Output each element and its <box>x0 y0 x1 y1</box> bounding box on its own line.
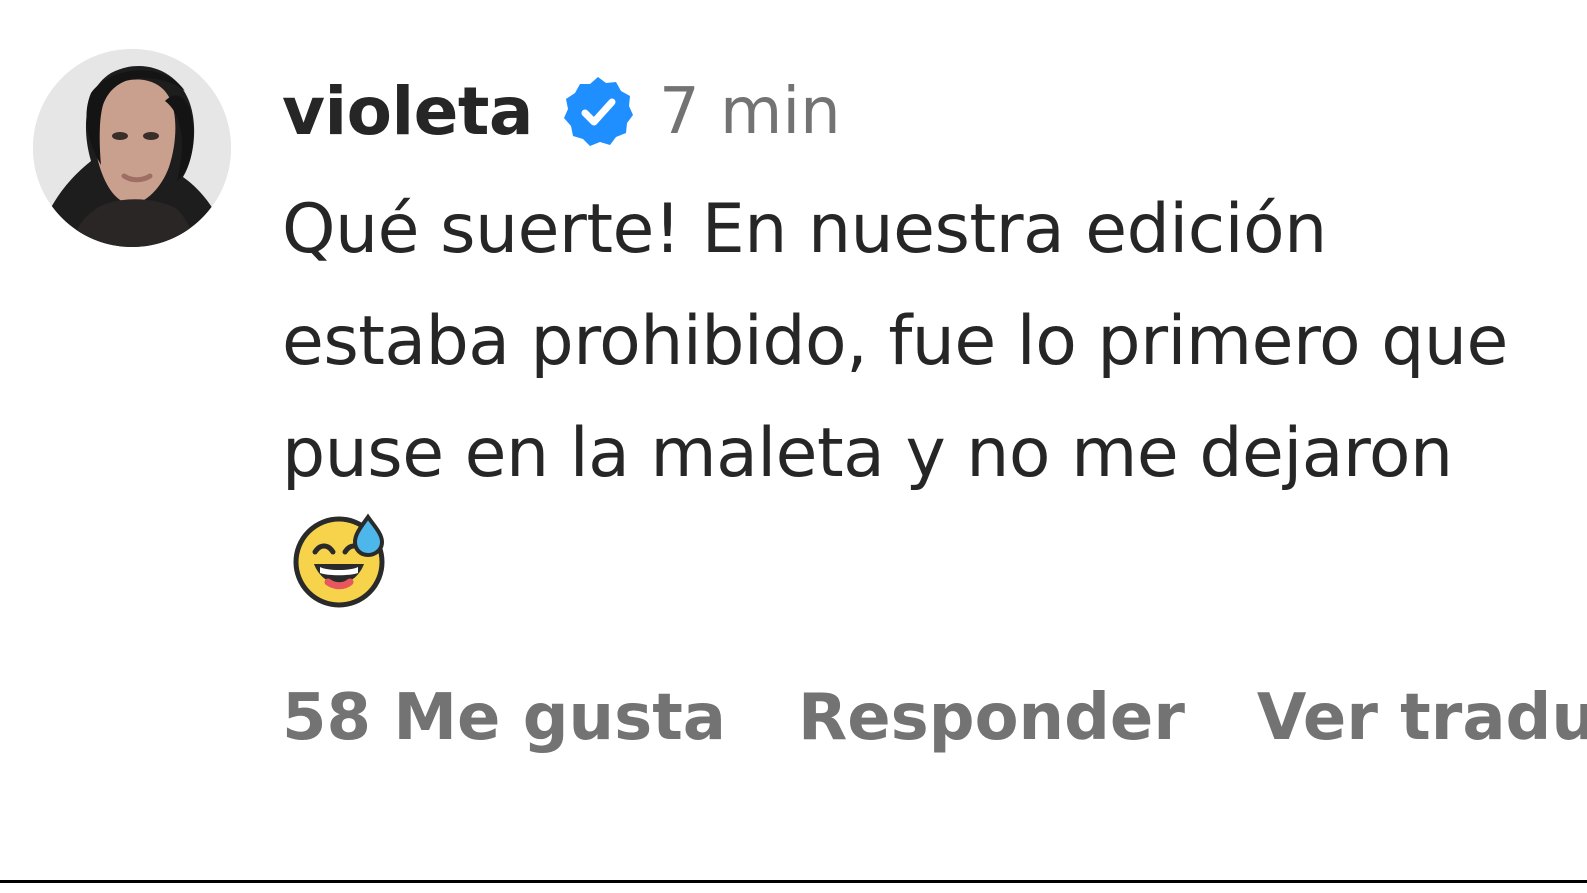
likes-count-button[interactable]: 58 Me gusta <box>282 682 726 754</box>
comment-content: violeta 7 min Qué suerte! En nuestra edi… <box>282 64 1582 624</box>
user-avatar[interactable] <box>33 49 231 247</box>
comment-header: violeta 7 min <box>282 64 1582 160</box>
bottom-divider <box>0 880 1587 883</box>
reply-button[interactable]: Responder <box>798 682 1185 754</box>
grinning-face-with-sweat-icon <box>290 510 388 608</box>
comment-body: Qué suerte! En nuestra edición estaba pr… <box>282 174 1542 624</box>
comment-card: violeta 7 min Qué suerte! En nuestra edi… <box>0 0 1587 880</box>
avatar-image <box>33 49 231 247</box>
comment-actions: 58 Me gusta Responder Ver traducc <box>282 682 1587 754</box>
see-translation-button[interactable]: Ver traducc <box>1257 682 1587 754</box>
comment-timestamp: 7 min <box>658 75 841 149</box>
username-link[interactable]: violeta <box>282 79 533 145</box>
verified-badge-icon <box>561 75 635 149</box>
comment-text: Qué suerte! En nuestra edición estaba pr… <box>282 190 1508 493</box>
